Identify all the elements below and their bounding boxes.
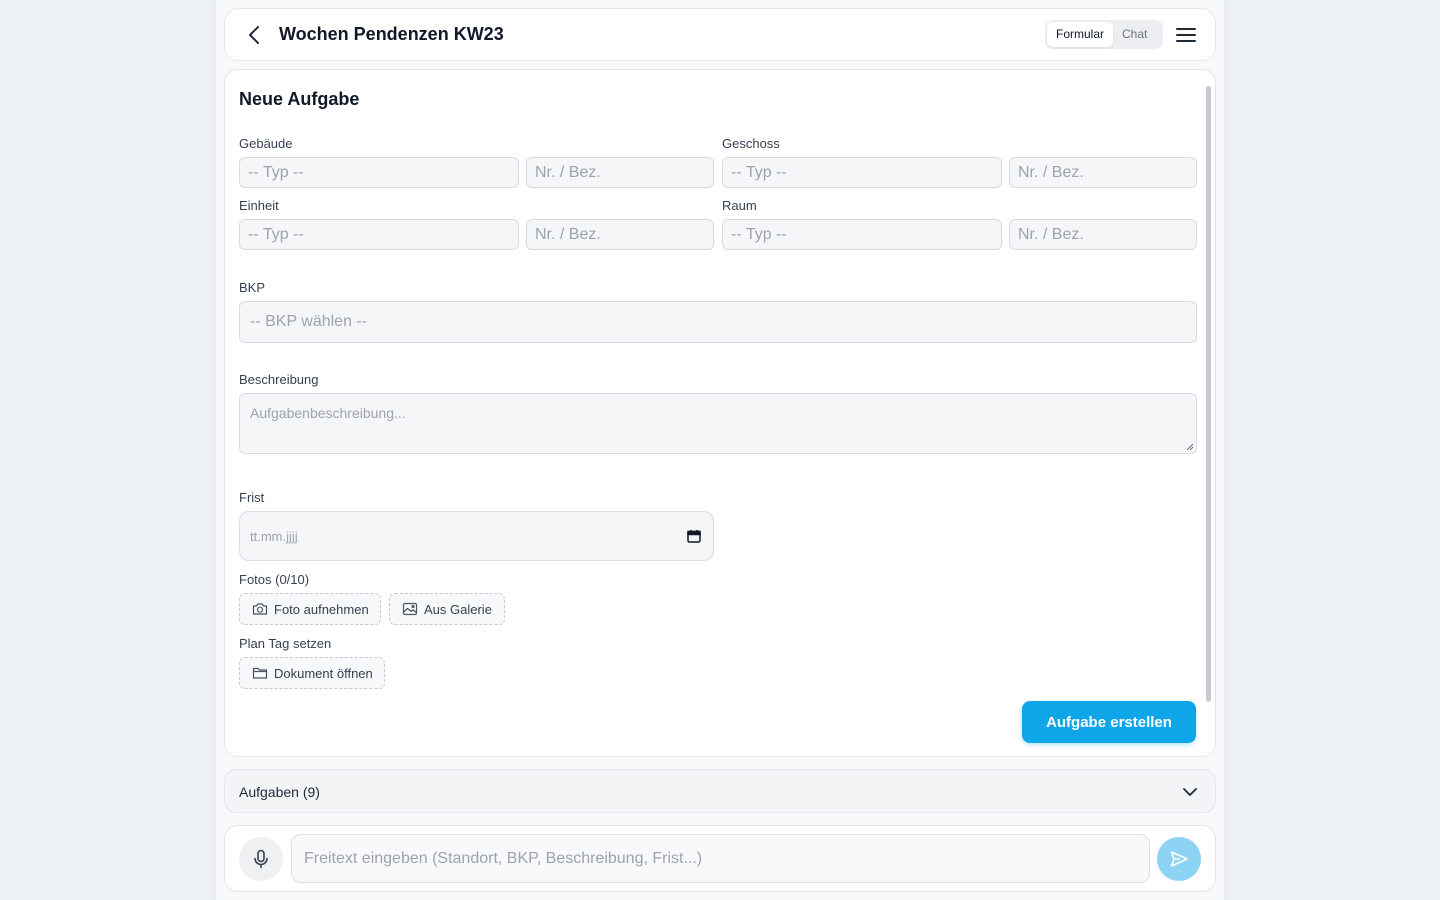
einheit-type-select[interactable]: -- Typ -- [239,219,519,250]
plan-label: Plan Tag setzen [239,636,332,651]
app-shell: Wochen Pendenzen KW23 Formular Chat Neue… [216,0,1224,900]
gebaeude-type-select[interactable]: -- Typ -- [239,157,519,188]
camera-icon [252,603,268,615]
beschreibung-textarea[interactable]: Aufgabenbeschreibung... [239,393,1197,454]
header-bar: Wochen Pendenzen KW23 Formular Chat [224,8,1216,61]
page-title: Wochen Pendenzen KW23 [279,24,504,44]
tasks-accordion[interactable]: Aufgaben (9) [224,769,1216,813]
bkp-select[interactable]: -- BKP wählen -- [239,301,1197,343]
take-photo-label: Foto aufnehmen [274,601,369,617]
beschreibung-placeholder: Aufgabenbeschreibung... [250,405,406,421]
open-document-label: Dokument öffnen [274,665,373,681]
menu-icon[interactable] [1175,24,1197,46]
back-icon[interactable] [243,23,267,47]
scrollbar[interactable] [1206,86,1211,702]
raum-label: Raum [722,198,757,213]
new-task-form: Neue Aufgabe Gebäude -- Typ -- Nr. / Bez… [224,69,1216,757]
bkp-label: BKP [239,280,266,295]
form-title: Neue Aufgabe [239,89,360,109]
chevron-down-icon[interactable] [1181,783,1199,801]
folder-icon [252,667,268,679]
view-toggle: Formular Chat [1045,20,1163,49]
gebaeude-label: Gebäude [239,136,293,151]
fotos-label: Fotos (0/10) [239,572,310,587]
chat-text-input[interactable]: Freitext eingeben (Standort, BKP, Beschr… [291,834,1150,883]
send-icon [1170,851,1188,867]
image-icon [402,602,418,616]
frist-label: Frist [239,490,265,505]
geschoss-type-select[interactable]: -- Typ -- [722,157,1002,188]
raum-nr-input[interactable]: Nr. / Bez. [1009,219,1197,250]
einheit-nr-input[interactable]: Nr. / Bez. [526,219,714,250]
frist-placeholder: tt.mm.jjjj [250,528,298,544]
tab-formular[interactable]: Formular [1047,22,1114,47]
chat-input-bar: Freitext eingeben (Standort, BKP, Beschr… [224,825,1216,892]
mic-icon [254,849,268,869]
tab-chat[interactable]: Chat [1113,22,1156,47]
calendar-icon[interactable] [687,529,701,543]
resize-grip-icon[interactable] [1186,443,1194,451]
mic-button[interactable] [239,837,283,881]
geschoss-nr-input[interactable]: Nr. / Bez. [1009,157,1197,188]
gebaeude-nr-input[interactable]: Nr. / Bez. [526,157,714,188]
geschoss-label: Geschoss [722,136,780,151]
beschreibung-label: Beschreibung [239,372,319,387]
einheit-label: Einheit [239,198,279,213]
take-photo-button[interactable]: Foto aufnehmen [239,593,381,625]
raum-type-select[interactable]: -- Typ -- [722,219,1002,250]
open-document-button[interactable]: Dokument öffnen [239,657,385,689]
tasks-label: Aufgaben (9) [239,784,320,800]
gallery-label: Aus Galerie [424,601,492,617]
gallery-button[interactable]: Aus Galerie [389,593,505,625]
send-button[interactable] [1157,837,1201,881]
create-task-button[interactable]: Aufgabe erstellen [1022,701,1196,743]
frist-date-input[interactable]: tt.mm.jjjj [239,511,714,561]
